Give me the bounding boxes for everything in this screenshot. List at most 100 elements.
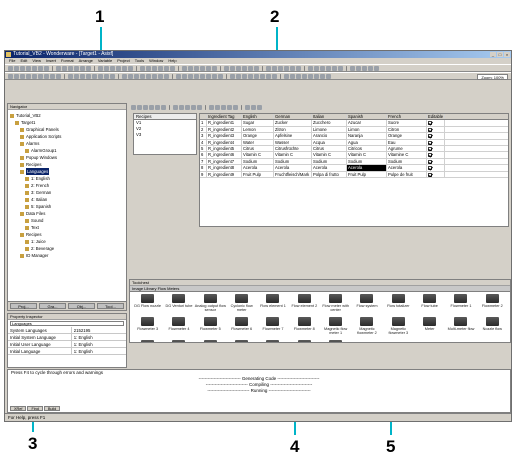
toolbar-button-icon[interactable] <box>257 104 262 110</box>
table-cell[interactable]: Sodium <box>274 158 312 165</box>
toolchest-item[interactable]: Flow tube <box>414 293 445 315</box>
toolbar-button-icon[interactable] <box>296 73 301 79</box>
table-cell[interactable]: Citron <box>387 126 427 133</box>
table-cell[interactable]: Zitron <box>274 126 312 133</box>
toolbar-button-icon[interactable] <box>131 104 136 110</box>
column-header[interactable]: Editable <box>427 114 445 120</box>
toolbar-button-icon[interactable] <box>110 73 115 79</box>
table-cell[interactable]: Sodium <box>387 158 427 165</box>
toolbar-button-icon[interactable] <box>14 73 19 79</box>
editable-checkbox[interactable] <box>428 166 432 171</box>
property-value[interactable]: 2152195 <box>72 327 126 333</box>
toolbar-button-icon[interactable] <box>152 73 157 79</box>
toolbar-button-icon[interactable] <box>38 73 43 79</box>
tree-node[interactable]: Tutorial_VB2 <box>10 112 126 119</box>
toolchest-item[interactable]: Flowmeter 5 <box>195 316 226 338</box>
toolbar-button-icon[interactable] <box>20 65 25 71</box>
table-cell[interactable]: Sodium <box>312 158 347 165</box>
toolbar-button-icon[interactable] <box>230 65 235 71</box>
table-cell[interactable]: Fruit Pulp <box>242 171 274 177</box>
table-cell[interactable]: Eau <box>387 139 427 145</box>
table-cell[interactable]: R_ingredient1 <box>207 120 242 126</box>
table-cell[interactable]: Citrus <box>312 145 347 152</box>
toolbar-button-icon[interactable] <box>254 65 259 71</box>
toolbar-button-icon[interactable] <box>227 104 232 110</box>
tree-node[interactable]: Application Scripts <box>10 133 126 140</box>
toolchest-item[interactable]: Flowmeter 2 <box>477 293 508 315</box>
table-cell[interactable]: Citrusfrüchte <box>274 145 312 152</box>
toolbar-button-icon[interactable] <box>245 104 250 110</box>
minimize-button[interactable]: _ <box>490 52 496 57</box>
table-cell[interactable]: Lemon <box>242 126 274 133</box>
table-row[interactable]: 9 R_ingredient9 Fruit Pulp Fruchtfleisch/Ma… <box>200 171 508 178</box>
table-cell[interactable]: R_ingredient7 <box>207 158 242 165</box>
tree-node[interactable]: ID Manager <box>10 252 126 259</box>
toolbar-button-icon[interactable] <box>290 73 295 79</box>
property-row[interactable]: System Languages 2152195 <box>8 327 126 334</box>
toolbar-button-icon[interactable] <box>266 65 271 71</box>
table-cell[interactable]: 6 <box>200 152 207 158</box>
editable-cell[interactable] <box>427 120 445 126</box>
toolchest-item[interactable]: Smart <box>226 339 257 342</box>
table-cell[interactable]: Apfelsine <box>274 133 312 139</box>
toolbar-button-icon[interactable] <box>278 65 283 71</box>
table-cell[interactable]: Citricos <box>347 145 387 152</box>
tab-graphics[interactable]: Gra... <box>39 303 66 309</box>
table-cell[interactable]: Pulpe de fruit <box>387 171 427 177</box>
tab-tools[interactable]: Tool... <box>97 303 124 309</box>
tree-node[interactable]: Graphical Panels <box>10 126 126 133</box>
table-cell[interactable]: Arancio <box>312 133 347 139</box>
editable-cell[interactable] <box>427 171 445 177</box>
toolbar-button-icon[interactable] <box>182 73 187 79</box>
editable-cell[interactable] <box>427 145 445 152</box>
toolbar-button-icon[interactable] <box>152 65 157 71</box>
toolbar-button-icon[interactable] <box>221 104 226 110</box>
toolbar-button-icon[interactable] <box>248 65 253 71</box>
toolbar-button-icon[interactable] <box>209 104 214 110</box>
tree-node[interactable]: Text <box>10 224 126 231</box>
toolbar-button-icon[interactable] <box>266 73 271 79</box>
tree-node[interactable]: Languages <box>10 168 126 175</box>
toolbar-button-icon[interactable] <box>200 65 205 71</box>
column-header[interactable]: Spanish <box>347 114 387 120</box>
tree-node[interactable]: 5: Spanish <box>10 203 126 210</box>
object-selector[interactable]: Languages <box>10 321 124 326</box>
toolbar-button-icon[interactable] <box>308 73 313 79</box>
toolbar-button-icon[interactable] <box>26 65 31 71</box>
toolbar-button-icon[interactable] <box>56 73 61 79</box>
toolbar-button-icon[interactable] <box>149 104 154 110</box>
table-cell[interactable]: Acqua <box>312 139 347 145</box>
toolchest-item[interactable]: Nozzle <box>132 339 163 342</box>
zoom-combo[interactable]: Zoom: 100% <box>477 74 508 80</box>
toolbar-button-icon[interactable] <box>176 73 181 79</box>
toolchest-item[interactable]: Magnetic flowmeter 2 <box>351 316 382 338</box>
recipe-item[interactable]: V3 <box>134 132 196 138</box>
toolbar-button-icon[interactable] <box>191 104 196 110</box>
toolbar-button-icon[interactable] <box>20 73 25 79</box>
tree-node[interactable]: Alarms <box>10 140 126 147</box>
toolbar-button-icon[interactable] <box>242 65 247 71</box>
toolbar-button-icon[interactable] <box>146 73 151 79</box>
table-cell[interactable]: Acerola <box>312 165 347 171</box>
toolchest-item[interactable]: Flow system <box>351 293 382 315</box>
table-cell[interactable]: Vitamin C <box>312 152 347 158</box>
tree-node[interactable]: Recipes <box>10 231 126 238</box>
toolbar-button-icon[interactable] <box>56 65 61 71</box>
toolbar-button-icon[interactable] <box>92 73 97 79</box>
toolbar-button-icon[interactable] <box>50 73 55 79</box>
editable-checkbox[interactable] <box>428 153 432 158</box>
maximize-button[interactable]: □ <box>497 52 503 57</box>
toolbar-button-icon[interactable] <box>251 104 256 110</box>
table-cell[interactable]: Acerola <box>274 165 312 171</box>
tree-node[interactable]: 1: English <box>10 175 126 182</box>
table-cell[interactable]: Vitamin C <box>274 152 312 158</box>
toolbar-button-icon[interactable] <box>194 73 199 79</box>
toolchest-item[interactable]: Meter <box>414 316 445 338</box>
toolbar-button-icon[interactable] <box>236 73 241 79</box>
toolbar-button-icon[interactable] <box>215 104 220 110</box>
toolbar-button-icon[interactable] <box>137 104 142 110</box>
property-value[interactable]: 1: English <box>72 334 126 340</box>
table-cell[interactable]: R_ingredient6 <box>207 152 242 158</box>
column-header[interactable]: French <box>387 114 427 120</box>
table-cell[interactable]: Zucchero <box>312 120 347 126</box>
